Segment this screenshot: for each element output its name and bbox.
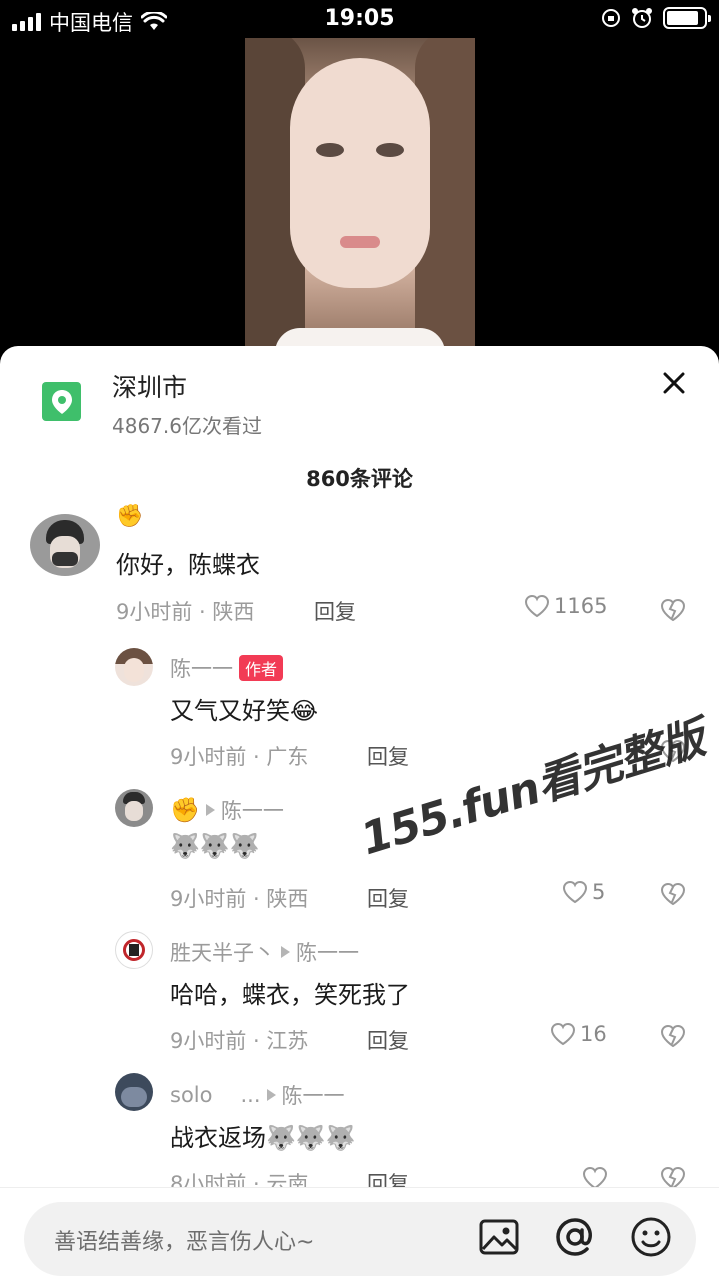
like-button[interactable]: 16 — [550, 1022, 607, 1046]
broken-heart-icon[interactable] — [660, 882, 686, 906]
comment-text: 你好，陈蝶衣 — [116, 551, 260, 579]
author-badge: 作者 — [239, 655, 284, 681]
video-preview[interactable] — [245, 38, 475, 358]
avatar[interactable] — [115, 1073, 153, 1111]
image-icon[interactable] — [476, 1214, 522, 1260]
emoji-icon[interactable] — [628, 1214, 674, 1260]
emoji-fragment: ✊ — [116, 504, 144, 529]
comment-text: 战衣返场🐺🐺🐺 — [170, 1124, 356, 1152]
comment-text: 🐺🐺🐺 — [170, 832, 260, 860]
reply-to-name: 陈一一 — [281, 1084, 345, 1108]
comment-username[interactable]: 胜天半子丶 陈一一 — [170, 937, 359, 967]
comment-meta: 9小时前 · 陕西 — [116, 600, 255, 624]
comment-meta: 9小时前 · 江苏 — [170, 1029, 309, 1053]
comment-meta: 9小时前 · 广东 — [170, 745, 309, 769]
avatar[interactable] — [115, 931, 153, 969]
location-title[interactable]: 深圳市 — [112, 368, 187, 404]
comment-username[interactable]: solo ... 陈一一 — [170, 1080, 345, 1110]
heart-icon — [524, 594, 550, 618]
broken-heart-icon[interactable] — [660, 1024, 686, 1048]
reply-arrow-icon — [266, 1089, 276, 1101]
avatar[interactable] — [30, 514, 100, 576]
reply-to-name: 陈一一 — [220, 799, 284, 823]
comment-text: 又气又好笑😂 — [170, 697, 319, 725]
status-bar: 中国电信 19:05 — [0, 0, 719, 38]
alarm-icon — [632, 8, 652, 28]
avatar[interactable] — [115, 648, 153, 686]
comment-text: 哈哈，蝶衣，笑死我了 — [170, 981, 410, 1009]
like-button[interactable]: 5 — [562, 880, 605, 904]
comment-username[interactable]: 陈一一 作者 — [170, 653, 284, 683]
reply-button[interactable]: 回复 — [367, 741, 409, 771]
comment-input[interactable]: 善语结善缘，恶言伤人心~ — [24, 1202, 696, 1276]
reply-to-name: 陈一一 — [296, 941, 359, 965]
heart-icon — [562, 880, 588, 904]
watermark-text: 155.fun看完整版 — [355, 712, 710, 866]
avatar[interactable] — [115, 789, 153, 827]
reply-arrow-icon — [281, 946, 290, 958]
at-icon[interactable] — [552, 1214, 598, 1260]
comment-input-bar: 善语结善缘，恶言伤人心~ — [0, 1187, 719, 1280]
reply-arrow-icon — [205, 804, 215, 816]
broken-heart-icon[interactable] — [660, 598, 686, 622]
reply-button[interactable]: 回复 — [314, 596, 356, 626]
username-ellipsis: ... — [240, 1083, 261, 1107]
like-count: 5 — [592, 880, 606, 904]
comment-sheet: 深圳市 4867.6亿次看过 860条评论 ✊ 你好，陈蝶衣 9小时前 · 陕西… — [0, 346, 719, 1280]
reply-button[interactable]: 回复 — [367, 883, 409, 913]
close-icon[interactable] — [659, 368, 689, 398]
comment-count: 860条评论 — [306, 467, 413, 491]
comment-username[interactable]: ✊ 陈一一 — [170, 795, 284, 825]
like-count: 16 — [580, 1022, 607, 1046]
like-button[interactable]: 1165 — [524, 594, 607, 618]
comment-meta: 9小时前 · 陕西 — [170, 887, 309, 911]
rotation-lock-icon — [602, 9, 620, 27]
location-pin-icon[interactable] — [42, 382, 81, 421]
input-placeholder: 善语结善缘，恶言伤人心~ — [54, 1230, 315, 1255]
battery-icon — [663, 7, 711, 29]
heart-icon — [550, 1022, 576, 1046]
reply-button[interactable]: 回复 — [367, 1025, 409, 1055]
location-views: 4867.6亿次看过 — [112, 414, 262, 438]
like-count: 1165 — [554, 594, 608, 618]
